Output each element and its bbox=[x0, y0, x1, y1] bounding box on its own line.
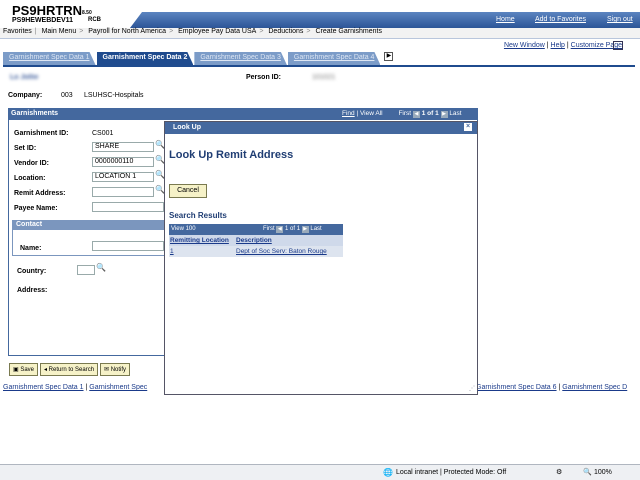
garnishments-nav: Find | View All First ◀ 1 of 1 ▶ Last bbox=[342, 110, 462, 118]
protected-mode-icon[interactable]: ⚙ bbox=[556, 468, 562, 476]
menu-payroll[interactable]: Payroll for North America bbox=[88, 28, 166, 35]
search-results-title: Search Results bbox=[169, 211, 227, 220]
vendor-id-label: Vendor ID: bbox=[14, 160, 50, 167]
garnishment-id-value: CS001 bbox=[92, 130, 114, 137]
first-link[interactable]: First bbox=[398, 110, 411, 117]
help-link[interactable]: Help bbox=[551, 42, 565, 49]
payee-name-label: Payee Name: bbox=[14, 205, 58, 212]
results-page-counter: 1 of 1 bbox=[285, 226, 301, 232]
results-column-headers: Remitting Location Description bbox=[169, 235, 343, 246]
add-to-favorites-link[interactable]: Add to Favorites bbox=[535, 16, 586, 23]
bottom-link-spec-d[interactable]: Garnishment Spec D bbox=[562, 384, 627, 391]
menu-create-garnishments[interactable]: Create Garnishments bbox=[315, 28, 382, 35]
bottom-link-spec[interactable]: Garnishment Spec bbox=[89, 384, 147, 391]
view-100-link[interactable]: View 100 bbox=[171, 226, 196, 232]
location-input[interactable]: LOCATION 1 bbox=[92, 172, 154, 182]
tab-spec-data-4[interactable]: Garnishment Spec Data 4 bbox=[288, 52, 381, 65]
view-all-link[interactable]: View All bbox=[360, 110, 383, 117]
vendor-id-input[interactable]: 0000000110 bbox=[92, 157, 154, 167]
breadcrumb-menu: Favorites | Main Menu > Payroll for North … bbox=[0, 28, 640, 39]
table-row[interactable]: 1 Dept of Soc Serv: Baton Rouge bbox=[169, 246, 343, 257]
new-window-link[interactable]: New Window bbox=[504, 42, 545, 49]
row-description[interactable]: Dept of Soc Serv: Baton Rouge bbox=[236, 248, 327, 255]
results-last-link[interactable]: Last bbox=[310, 226, 321, 232]
garnishment-id-label: Garnishment ID: bbox=[14, 130, 69, 137]
setid-input[interactable]: SHARE bbox=[92, 142, 154, 152]
lookup-modal: Look Up × Look Up Remit Address Cancel S… bbox=[164, 121, 478, 395]
return-to-search-button[interactable]: ◂ Return to Search bbox=[39, 363, 99, 376]
modal-title: Look Up bbox=[173, 124, 201, 131]
bottom-tab-links-right: Garnishment Spec Data 6 | Garnishment Sp… bbox=[476, 384, 628, 391]
contact-header: Contact bbox=[12, 220, 172, 230]
tab-spec-data-2[interactable]: Garnishment Spec Data 2 bbox=[97, 52, 194, 65]
resize-grip-icon[interactable]: ⋰ bbox=[469, 385, 475, 392]
payee-name-input[interactable] bbox=[92, 202, 164, 212]
menu-favorites[interactable]: Favorites bbox=[3, 28, 32, 35]
next-tab-icon[interactable]: ▶ bbox=[384, 52, 394, 61]
location-label: Location: bbox=[14, 175, 46, 182]
sign-out-link[interactable]: Sign out bbox=[607, 16, 633, 23]
company-code: 003 bbox=[61, 92, 73, 99]
remit-address-input[interactable] bbox=[92, 187, 154, 197]
col-remitting-location[interactable]: Remitting Location bbox=[170, 237, 229, 244]
home-link[interactable]: Home bbox=[496, 16, 515, 23]
menu-deductions[interactable]: Deductions bbox=[268, 28, 303, 35]
app-title: PS9HRTRN bbox=[12, 3, 83, 18]
contact-name-input[interactable] bbox=[92, 241, 164, 251]
app-version: 8.50 bbox=[82, 10, 92, 16]
row-counter: 1 of 1 bbox=[421, 110, 439, 117]
row-remitting-location[interactable]: 1 bbox=[170, 248, 174, 255]
last-link[interactable]: Last bbox=[449, 110, 461, 117]
personalize-icon[interactable] bbox=[613, 41, 623, 50]
browser-status-bar: 🌐 Local intranet | Protected Mode: Off ⚙… bbox=[0, 464, 640, 480]
save-button[interactable]: ▣ Save bbox=[9, 363, 39, 376]
results-next-icon[interactable]: ▶ bbox=[301, 226, 309, 233]
results-grid-header: View 100 First ◀ 1 of 1 ▶ Last bbox=[169, 224, 343, 235]
tab-underline bbox=[3, 65, 635, 67]
contact-name-label: Name: bbox=[20, 245, 42, 252]
zoom-level[interactable]: 100% bbox=[594, 469, 612, 476]
address-label: Address: bbox=[17, 287, 48, 294]
tab-spec-data-3[interactable]: Garnishment Spec Data 3 bbox=[194, 52, 287, 65]
server-name: PS9HEWEBDEV11 bbox=[12, 17, 74, 24]
security-zone: Local intranet | Protected Mode: Off bbox=[396, 469, 507, 476]
prev-icon[interactable]: ◀ bbox=[412, 111, 420, 118]
company-label: Company: bbox=[8, 92, 43, 99]
person-id-label: Person ID: bbox=[246, 74, 282, 81]
bottom-tab-links: Garnishment Spec Data 1 | Garnishment Sp… bbox=[3, 384, 148, 391]
close-icon[interactable]: × bbox=[464, 123, 472, 131]
find-link[interactable]: Find bbox=[342, 110, 355, 117]
cancel-button[interactable]: Cancel bbox=[169, 184, 207, 198]
user-code: RCB bbox=[88, 17, 101, 23]
setid-label: Set ID: bbox=[14, 145, 37, 152]
bottom-link-spec-data-6[interactable]: Garnishment Spec Data 6 bbox=[476, 384, 557, 391]
remit-address-label: Remit Address: bbox=[14, 190, 66, 197]
menu-main-menu[interactable]: Main Menu bbox=[42, 28, 77, 35]
employee-name: Lo Jollie bbox=[10, 74, 39, 81]
modal-heading: Look Up Remit Address bbox=[169, 149, 294, 161]
person-id-value: 101021 bbox=[312, 74, 336, 81]
country-label: Country: bbox=[17, 268, 47, 275]
modal-title-bar: Look Up × bbox=[165, 122, 477, 134]
bottom-link-spec-data-1[interactable]: Garnishment Spec Data 1 bbox=[3, 384, 84, 391]
tab-spec-data-1[interactable]: Garnishment Spec Data 1 bbox=[3, 52, 96, 65]
country-lookup-icon[interactable]: 🔍 bbox=[96, 263, 106, 272]
notify-button[interactable]: ✉ Notify bbox=[99, 363, 131, 376]
globe-icon: 🌐 bbox=[383, 468, 393, 477]
col-description[interactable]: Description bbox=[236, 237, 272, 244]
menu-employee-pay-data[interactable]: Employee Pay Data USA bbox=[178, 28, 256, 35]
results-prev-icon[interactable]: ◀ bbox=[276, 226, 284, 233]
page-links: New Window | Help | Customize Page bbox=[503, 42, 622, 49]
page-tabs: Garnishment Spec Data 1 Garnishment Spec … bbox=[3, 52, 394, 65]
country-input[interactable] bbox=[77, 265, 95, 275]
next-icon[interactable]: ▶ bbox=[440, 111, 448, 118]
action-buttons: ▣ Save ◂ Return to Search ✉ Notify bbox=[9, 363, 131, 376]
company-name: LSUHSC-Hospitals bbox=[84, 92, 144, 99]
results-first-link[interactable]: First bbox=[263, 226, 275, 232]
zoom-icon[interactable]: 🔍 bbox=[583, 468, 592, 476]
